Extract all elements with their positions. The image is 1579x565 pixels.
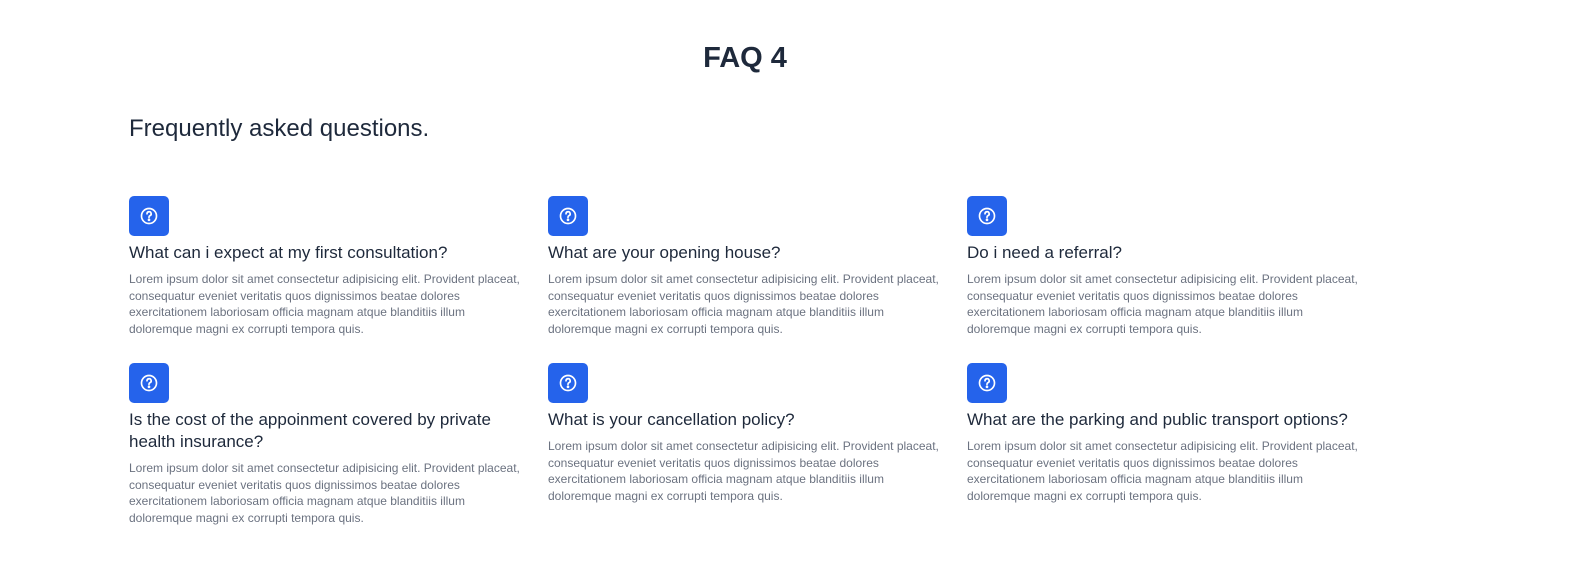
faq-answer: Lorem ipsum dolor sit amet consectetur a… xyxy=(548,439,939,503)
faq-item: What can i expect at my first consultati… xyxy=(129,196,529,337)
faq-question: Do i need a referral? xyxy=(967,243,1122,262)
faq-answer: Lorem ipsum dolor sit amet consectetur a… xyxy=(129,461,520,525)
faq-question: What is your cancellation policy? xyxy=(548,410,795,429)
faq-answer: Lorem ipsum dolor sit amet consectetur a… xyxy=(967,439,1358,503)
faq-item: What are the parking and public transpor… xyxy=(967,363,1367,526)
question-circle-icon xyxy=(129,363,169,403)
question-circle-icon xyxy=(548,363,588,403)
faq-answer: Lorem ipsum dolor sit amet consectetur a… xyxy=(967,272,1358,336)
faq-item: What is your cancellation policy? Lorem … xyxy=(548,363,948,526)
faq-question: What are your opening house? xyxy=(548,243,781,262)
faq-item: Do i need a referral? Lorem ipsum dolor … xyxy=(967,196,1367,337)
question-circle-icon xyxy=(548,196,588,236)
question-circle-icon xyxy=(129,196,169,236)
faq-grid: What can i expect at my first consultati… xyxy=(129,196,1389,526)
faq-question: Is the cost of the appoinment covered by… xyxy=(129,410,491,451)
faq-answer: Lorem ipsum dolor sit amet consectetur a… xyxy=(548,272,939,336)
question-circle-icon xyxy=(967,196,1007,236)
faq-item: Is the cost of the appoinment covered by… xyxy=(129,363,529,526)
faq-item: What are your opening house? Lorem ipsum… xyxy=(548,196,948,337)
faq-page: FAQ 4 Frequently asked questions. What c… xyxy=(0,0,1579,565)
faq-question: What can i expect at my first consultati… xyxy=(129,243,448,262)
question-circle-icon xyxy=(967,363,1007,403)
page-title: FAQ 4 xyxy=(703,42,787,74)
section-heading: Frequently asked questions. xyxy=(129,115,430,142)
faq-answer: Lorem ipsum dolor sit amet consectetur a… xyxy=(129,272,520,336)
faq-question: What are the parking and public transpor… xyxy=(967,410,1348,429)
